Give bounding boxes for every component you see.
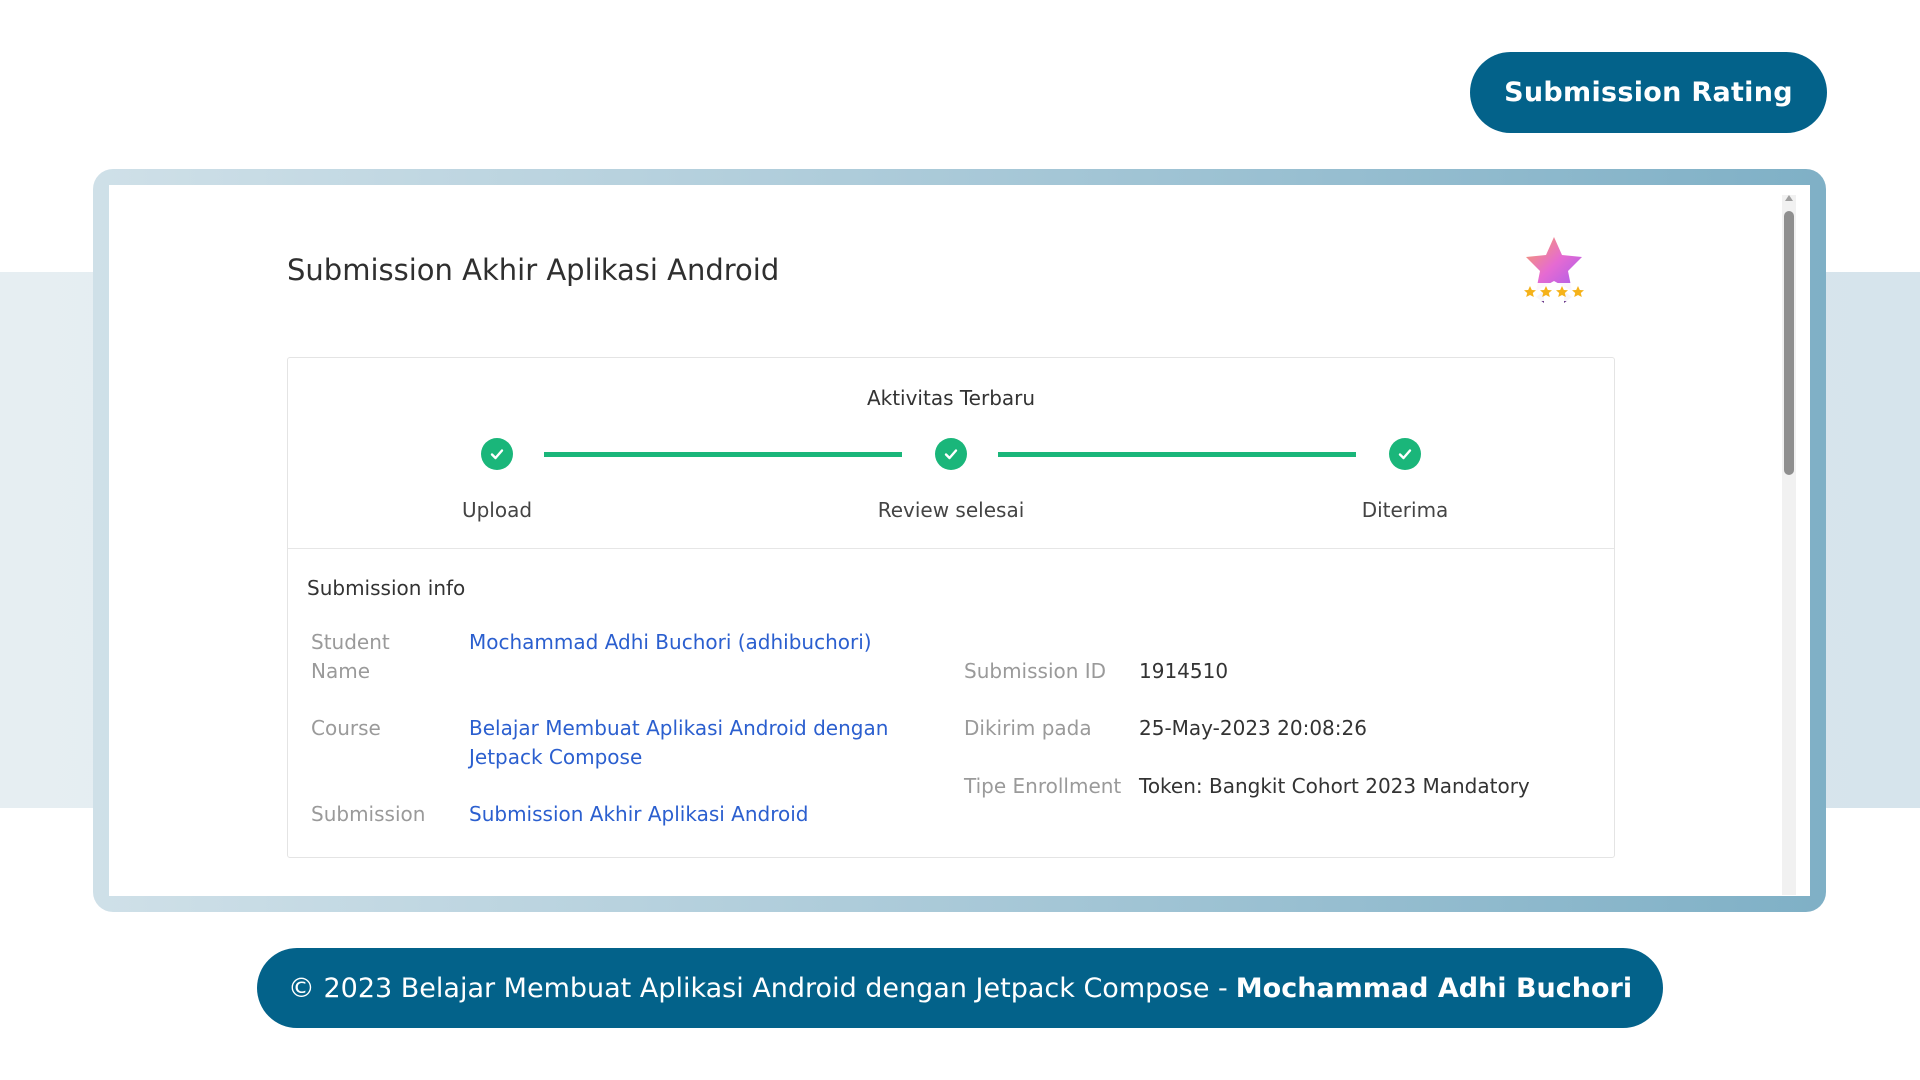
- footer-banner: © 2023 Belajar Membuat Aplikasi Android …: [257, 948, 1663, 1028]
- step-label-upload: Upload: [461, 498, 533, 522]
- activity-progress: Aktivitas Terbaru Upload Review selesai …: [288, 358, 1614, 549]
- step-label-accepted: Diterima: [1361, 498, 1449, 522]
- student-name-label: Student Name: [311, 630, 390, 683]
- screenshot-frame: Submission Akhir Aplikasi Android Aktivi…: [93, 169, 1826, 912]
- browser-viewport: Submission Akhir Aplikasi Android Aktivi…: [109, 185, 1810, 896]
- sent-at-value: 25-May-2023 20:08:26: [1139, 716, 1367, 740]
- progress-line-2: [998, 452, 1356, 457]
- submission-link[interactable]: Submission Akhir Aplikasi Android: [469, 800, 808, 829]
- submission-id-label: Submission ID: [964, 659, 1107, 683]
- footer-text: © 2023 Belajar Membuat Aplikasi Android …: [287, 972, 1228, 1004]
- vertical-scrollbar[interactable]: [1782, 195, 1796, 895]
- submission-info-title: Submission info: [307, 576, 466, 600]
- submission-id-value: 1914510: [1139, 659, 1229, 683]
- course-label: Course: [311, 716, 381, 740]
- step-upload-check-icon: [481, 438, 513, 470]
- sent-at-label: Dikirim pada: [964, 716, 1092, 740]
- submission-label: Submission: [311, 802, 426, 826]
- course-link[interactable]: Belajar Membuat Aplikasi Android dengan …: [469, 714, 934, 772]
- scroll-up-arrow-icon[interactable]: [1785, 195, 1793, 201]
- step-review-check-icon: [935, 438, 967, 470]
- enrollment-type-value: Token: Bangkit Cohort 2023 Mandatory: [1139, 774, 1530, 798]
- progress-line-1: [544, 452, 902, 457]
- step-label-review: Review selesai: [877, 498, 1025, 522]
- student-name-link[interactable]: Mochammad Adhi Buchori (adhibuchori): [469, 628, 872, 657]
- page-title: Submission Akhir Aplikasi Android: [287, 253, 780, 287]
- submission-card: Aktivitas Terbaru Upload Review selesai …: [287, 357, 1615, 858]
- progress-title: Aktivitas Terbaru: [866, 386, 1036, 410]
- footer-author: Mochammad Adhi Buchori: [1235, 972, 1633, 1004]
- scrollbar-thumb[interactable]: [1784, 211, 1794, 475]
- submission-rating-badge: Submission Rating: [1470, 52, 1827, 133]
- star-rating-medal-icon: [1522, 237, 1586, 303]
- enrollment-type-label: Tipe Enrollment: [964, 774, 1122, 798]
- step-accepted-check-icon: [1389, 438, 1421, 470]
